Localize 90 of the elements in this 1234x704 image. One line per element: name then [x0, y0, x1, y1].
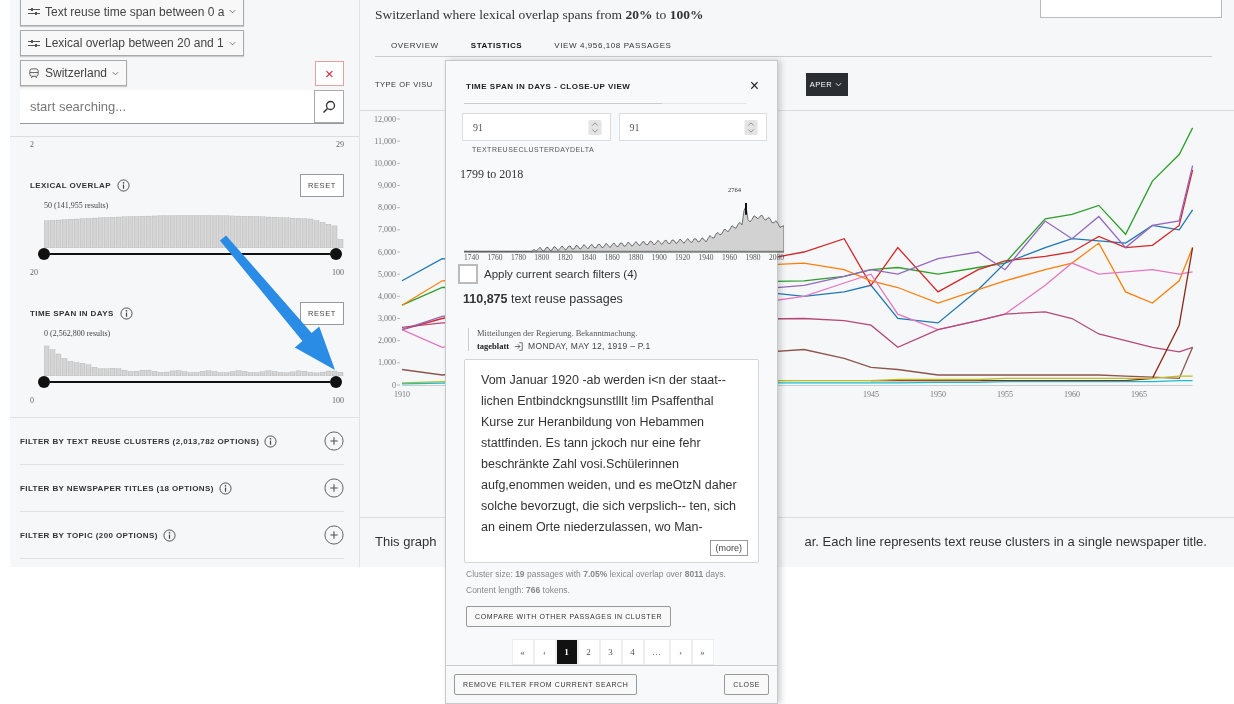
axis-label: 3,000 [378, 314, 396, 323]
more-button[interactable]: (more) [709, 540, 748, 556]
filter-chip[interactable]: Switzerland [20, 60, 128, 86]
filter-title: FILTER BY TOPIC (200 OPTIONS) [20, 530, 158, 540]
tab[interactable]: VIEW 4,956,108 PASSAGES [538, 41, 688, 50]
info-icon[interactable] [218, 481, 232, 495]
axis-label: 10,000 [374, 158, 396, 168]
axis-label: 5,000 [378, 269, 396, 279]
sliders-icon [28, 37, 40, 49]
plus-icon[interactable] [324, 525, 344, 545]
slider-handle[interactable] [330, 248, 342, 260]
range-label: 29 [336, 140, 344, 149]
chevron-icon [112, 70, 120, 76]
search-icon [322, 99, 336, 114]
number-field[interactable]: 91 [618, 113, 767, 141]
axis-label: 1955 [997, 390, 1013, 399]
checkbox[interactable] [458, 264, 478, 284]
info-icon[interactable] [119, 307, 133, 320]
info-icon[interactable] [162, 528, 176, 542]
page-button[interactable]: 1 [555, 639, 578, 665]
chevron-icon [229, 9, 237, 14]
chevron-icon [228, 40, 236, 46]
tab[interactable]: STATISTICS [454, 41, 539, 50]
tab[interactable]: OVERVIEW [375, 41, 455, 50]
description-text: This graph [375, 534, 437, 549]
page-button[interactable]: ‹ [533, 639, 556, 665]
passage-date: MONDAY, MAY 12, 1919 – P.1 [528, 341, 651, 351]
facet-title: TIME SPAN IN DAYS [30, 309, 114, 318]
range-label: 0 [30, 396, 34, 405]
filter-title: FILTER BY TEXT REUSE CLUSTERS (2,013,782 OPTIONS) [20, 436, 260, 446]
checkbox-label: Apply current search filters (4) [484, 268, 638, 280]
close-button[interactable]: × [745, 77, 763, 95]
spinner-icon[interactable] [744, 119, 758, 135]
sliders-icon [28, 6, 40, 17]
train-icon [28, 67, 40, 79]
filter-chip[interactable]: Text reuse time span between 0 a [20, 0, 245, 26]
info-icon[interactable] [264, 434, 278, 448]
page-button[interactable]: 4 [621, 639, 644, 665]
filter-chip[interactable]: Lexical overlap between 20 and 1 [20, 30, 244, 56]
axis-label: 1910 [394, 390, 410, 399]
axis-label: 8,000 [378, 203, 396, 213]
axis-label: 1945 [863, 390, 879, 399]
slider-handle[interactable] [330, 376, 342, 388]
axis-label: 12,000 [374, 114, 396, 124]
plus-icon[interactable] [324, 431, 344, 451]
axis-label: 4,000 [378, 291, 396, 301]
axis-label: 0 [392, 380, 396, 390]
page-button[interactable]: 3 [599, 639, 622, 665]
range-label: 100 [332, 396, 344, 405]
page-button[interactable]: 2 [577, 639, 600, 665]
cluster-info: Cluster size: 19 passages with 7.05% lexical overlap over 8011 days. Content length: 766 tokens. [466, 568, 727, 597]
axis-label: 1,000 [378, 358, 396, 368]
axis-label: 7,000 [378, 225, 396, 235]
spinner-icon[interactable] [587, 119, 602, 135]
passage-text: Vom Januar 1920 -ab werden i<n der staat-- lichen Entbindckngsunstlllt !im Psaffenthal Kurse zur Heranbildung von Hebammen stattfinden. Es tann jckoch nur eine fehr beschränkte Zahl vosi.Schülerinnen aufg,enommen weiden, und es meOtzN daher solche bevorzugt, die sich verpslich-- ten, sich an einem Orte niederzulassen, wo Man- [481, 372, 738, 536]
chevron-icon [835, 82, 843, 87]
description-text: ar. Each line represents text reuse clusters in a single newspaper title. [804, 534, 1207, 549]
input-field[interactable] [1040, 0, 1222, 18]
axis-label: 6,000 [378, 247, 396, 257]
slider-handle[interactable] [38, 248, 50, 260]
axis-label: 9,000 [378, 181, 396, 190]
axis-label: 2,000 [378, 336, 396, 346]
range-label: 20 [30, 268, 38, 277]
filter-title: FILTER BY NEWSPAPER TITLES (18 OPTIONS) [20, 483, 214, 493]
dialog-title: TIME SPAN IN DAYS - CLOSE-UP VIEW [466, 81, 631, 91]
clear-button[interactable]: × [315, 60, 344, 86]
slider-handle[interactable] [38, 376, 50, 388]
axis-label: 1965 [1131, 390, 1147, 399]
facet-title: LEXICAL OVERLAP [30, 181, 111, 190]
search-button[interactable] [314, 90, 344, 123]
page-button[interactable]: » [691, 639, 714, 665]
plus-icon[interactable] [324, 478, 344, 498]
sign-in-icon [514, 341, 524, 351]
info-icon[interactable] [117, 179, 130, 192]
histogram-label: 0 (2,562,800 results) [44, 329, 111, 338]
page-button[interactable]: › [669, 639, 692, 665]
page-button[interactable]: … [643, 639, 670, 665]
range-label: 2 [30, 140, 34, 149]
histogram-label: 50 (141,955 results) [44, 201, 109, 210]
number-field[interactable]: 91 [462, 113, 611, 141]
axis-label: 1960 [1064, 390, 1080, 399]
axis-label: 11,000 [374, 136, 396, 146]
page-button[interactable]: « [511, 639, 534, 665]
newspaper-link[interactable]: tageblatt [477, 341, 510, 351]
date-range: 1799 to 2018 [460, 167, 525, 182]
passage-title: Mitteilungen der Regierung. Bekanntmachung. [477, 328, 639, 338]
passage-count: 110,875 text reuse passages [463, 292, 624, 306]
range-label: 100 [332, 268, 344, 277]
search-summary: Switzerland where lexical overlap spans from 20% to 100% [375, 7, 704, 23]
axis-label: 1950 [930, 390, 946, 399]
